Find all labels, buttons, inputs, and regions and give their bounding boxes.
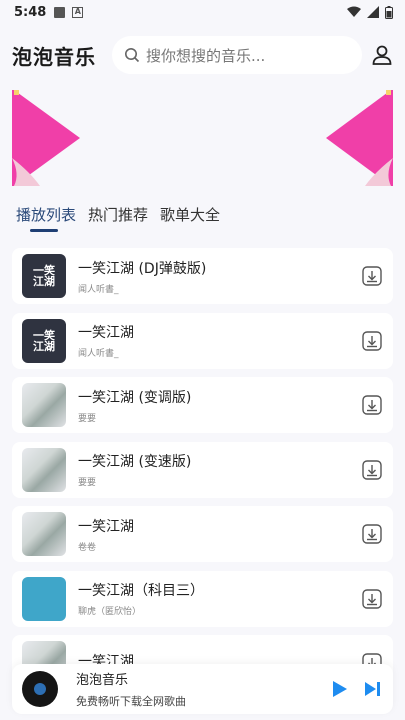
song-title: 一笑江湖 (DJ弹鼓版) [78,260,207,277]
song-item[interactable]: 一笑 江湖 一笑江湖 (DJ弹鼓版) 闻人听書_ [12,248,393,304]
song-cover [22,576,66,621]
song-title: 一笑江湖 [78,518,134,535]
tab-bar: 播放列表 热门推荐 歌单大全 [16,204,220,234]
song-title: 一笑江湖 [78,325,134,341]
download-icon[interactable] [361,330,383,352]
song-item[interactable]: 一笑江湖 (变调版) 要要 [12,377,393,433]
tab-songlists[interactable]: 歌单大全 [160,204,220,234]
song-cover [22,512,66,556]
player-title: 泡泡音乐 [76,673,129,688]
download-icon[interactable] [361,394,383,416]
tab-hot[interactable]: 热门推荐 [88,204,148,234]
wifi-icon [347,6,361,17]
song-title: 一笑江湖 (变调版) [78,389,192,406]
banner-carousel[interactable] [0,86,405,190]
song-item[interactable]: 一笑 江湖 一笑江湖 闻人听書_ [12,312,393,369]
download-icon[interactable] [361,588,383,610]
song-artist: 要要 [78,413,97,424]
user-icon[interactable] [371,44,393,66]
status-bar: 5:48 A [0,0,405,24]
song-item[interactable]: 一笑江湖 卷卷 [12,506,393,562]
song-title: 一笑江湖 (变速版) [78,454,192,470]
mini-player[interactable]: 泡泡音乐 免费畅听下载全网歌曲 [12,664,393,714]
song-item[interactable]: 一笑江湖（科目三） 聊虎（匿欣怡） [12,570,393,627]
search-input[interactable]: 搜你想搜的音乐... [112,36,362,74]
status-time: 5:48 [14,4,47,20]
signal-icon [367,6,379,18]
tab-playlist[interactable]: 播放列表 [16,204,76,234]
song-artist: 闻人听書_ [78,284,119,295]
next-icon[interactable] [363,679,383,699]
download-icon[interactable] [361,265,383,287]
song-item[interactable]: 一笑江湖 (变速版) 要要 [12,441,393,498]
search-placeholder: 搜你想搜的音乐... [146,46,266,65]
play-icon[interactable] [329,679,349,699]
song-artist: 卷卷 [78,542,97,553]
album-disc [22,671,58,707]
download-icon[interactable] [361,459,383,481]
player-subtitle: 免费畅听下载全网歌曲 [76,695,186,708]
header: 泡泡音乐 搜你想搜的音乐... [0,30,405,80]
song-cover [22,447,66,492]
song-artist: 闻人听書_ [78,349,119,359]
song-artist: 要要 [78,478,97,488]
song-cover [22,383,66,427]
song-cover: 一笑 江湖 [22,254,66,298]
notification-icon [54,6,66,18]
song-list: 一笑 江湖 一笑江湖 (DJ弹鼓版) 闻人听書_ 一笑 江湖 一笑江湖 闻人听書_ … [12,248,393,700]
a-notification-icon: A [72,6,84,18]
song-cover: 一笑 江湖 [22,318,66,363]
song-title: 一笑江湖（科目三） [78,583,204,599]
song-artist: 聊虎（匿欣怡） [78,607,142,617]
search-icon [125,48,140,63]
battery-icon [385,5,393,19]
download-icon[interactable] [361,523,383,545]
app-title: 泡泡音乐 [12,44,96,69]
